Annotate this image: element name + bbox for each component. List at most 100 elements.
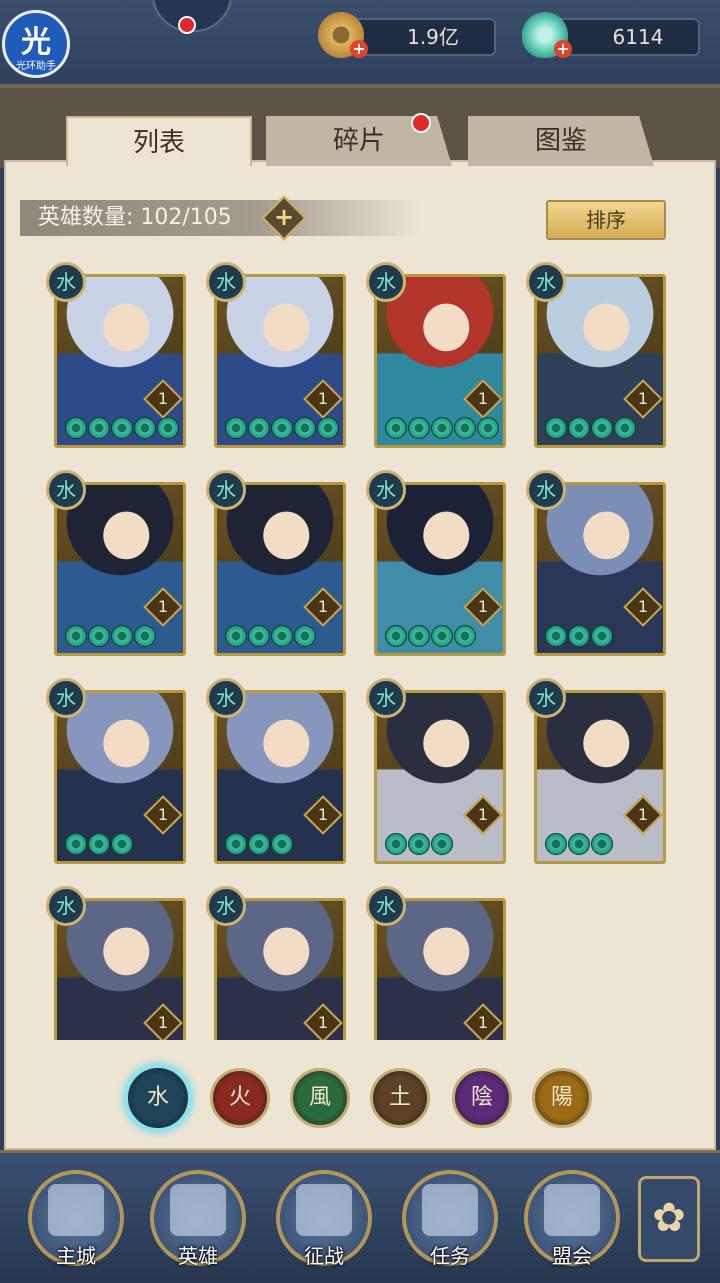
hero-level: 1	[637, 805, 649, 824]
jade-star-icon	[65, 833, 87, 855]
nav-item-2[interactable]: 征战	[276, 1170, 372, 1268]
hero-level: 1	[157, 389, 169, 408]
jade-star-icon	[88, 833, 110, 855]
nav-label: 征战	[304, 1244, 344, 1268]
jade-star-icon	[271, 625, 293, 647]
hero-card[interactable]: 1水	[206, 678, 346, 864]
hero-grid: 1水1水1水1水1水1水1水1水1水1水1水1水1水1水1水	[0, 0, 720, 1040]
nav-label: 主城	[56, 1244, 96, 1268]
hero-stars	[225, 417, 339, 439]
jade-star-icon	[225, 625, 247, 647]
nav-icon	[48, 1184, 104, 1236]
jade-star-icon	[591, 833, 613, 855]
hero-element-badge: 水	[206, 678, 246, 718]
hero-level: 1	[637, 597, 649, 616]
nav-icon	[296, 1184, 352, 1236]
element-filter-4[interactable]: 陰	[452, 1068, 512, 1128]
hero-card[interactable]: 1水	[366, 262, 506, 448]
nav-item-0[interactable]: 主城	[28, 1170, 124, 1268]
jade-star-icon	[408, 417, 430, 439]
nav-icon	[544, 1184, 600, 1236]
jade-star-icon	[248, 833, 270, 855]
jade-star-icon	[88, 417, 110, 439]
hero-stars	[385, 833, 453, 855]
menu-button[interactable]: ✿	[638, 1176, 700, 1262]
jade-star-icon	[157, 417, 179, 439]
jade-star-icon	[248, 417, 270, 439]
hero-card[interactable]: 1水	[206, 262, 346, 448]
hero-stars	[545, 625, 613, 647]
hero-card[interactable]: 1水	[46, 262, 186, 448]
hero-level: 1	[477, 389, 489, 408]
jade-star-icon	[431, 833, 453, 855]
jade-star-icon	[65, 417, 87, 439]
nav-icon	[422, 1184, 478, 1236]
nav-item-1[interactable]: 英雄	[150, 1170, 246, 1268]
hero-level: 1	[637, 389, 649, 408]
jade-star-icon	[408, 625, 430, 647]
hero-stars	[225, 625, 316, 647]
jade-star-icon	[545, 417, 567, 439]
hero-level: 1	[477, 1013, 489, 1032]
hero-stars	[385, 625, 476, 647]
jade-star-icon	[134, 417, 156, 439]
hero-stars	[225, 833, 293, 855]
hero-card[interactable]: 1水	[206, 470, 346, 656]
jade-star-icon	[294, 417, 316, 439]
hero-level: 1	[477, 597, 489, 616]
jade-star-icon	[454, 625, 476, 647]
hero-card[interactable]: 1水	[366, 470, 506, 656]
hero-element-badge: 水	[206, 262, 246, 302]
jade-star-icon	[614, 417, 636, 439]
hero-card[interactable]: 1水	[526, 262, 666, 448]
hero-element-badge: 水	[526, 470, 566, 510]
hero-element-badge: 水	[366, 678, 406, 718]
hero-card[interactable]: 1水	[46, 678, 186, 864]
hero-card[interactable]: 1水	[46, 470, 186, 656]
hero-element-badge: 水	[46, 678, 86, 718]
jade-star-icon	[271, 417, 293, 439]
hero-card[interactable]: 1水	[366, 886, 506, 1040]
jade-star-icon	[111, 833, 133, 855]
hero-card[interactable]: 1水	[526, 470, 666, 656]
hero-level: 1	[477, 805, 489, 824]
jade-star-icon	[385, 417, 407, 439]
hero-element-badge: 水	[526, 262, 566, 302]
hero-card[interactable]: 1水	[206, 886, 346, 1040]
nav-label: 任务	[430, 1244, 470, 1268]
jade-star-icon	[591, 417, 613, 439]
nav-label: 英雄	[178, 1244, 218, 1268]
jade-star-icon	[248, 625, 270, 647]
jade-star-icon	[65, 625, 87, 647]
hero-element-badge: 水	[366, 886, 406, 926]
hero-card[interactable]: 1水	[46, 886, 186, 1040]
hero-stars	[385, 417, 499, 439]
hero-card[interactable]: 1水	[526, 678, 666, 864]
nav-item-4[interactable]: 盟会	[524, 1170, 620, 1268]
nav-label: 盟会	[552, 1244, 592, 1268]
jade-star-icon	[431, 417, 453, 439]
hero-stars	[65, 833, 133, 855]
hero-stars	[65, 417, 179, 439]
element-filter-3[interactable]: 土	[370, 1068, 430, 1128]
jade-star-icon	[134, 625, 156, 647]
hero-card[interactable]: 1水	[366, 678, 506, 864]
nav-icon	[170, 1184, 226, 1236]
jade-star-icon	[591, 625, 613, 647]
hero-stars	[545, 833, 613, 855]
element-filter-5[interactable]: 陽	[532, 1068, 592, 1128]
hero-stars	[65, 625, 156, 647]
hero-level: 1	[317, 389, 329, 408]
hero-element-badge: 水	[366, 470, 406, 510]
jade-star-icon	[317, 417, 339, 439]
element-filter-1[interactable]: 火	[210, 1068, 270, 1128]
jade-star-icon	[431, 625, 453, 647]
element-filter-0[interactable]: 水	[124, 1064, 192, 1132]
hero-level: 1	[157, 597, 169, 616]
nav-item-3[interactable]: 任务	[402, 1170, 498, 1268]
jade-star-icon	[294, 625, 316, 647]
hero-stars	[545, 417, 636, 439]
hero-element-badge: 水	[46, 262, 86, 302]
element-filter-2[interactable]: 風	[290, 1068, 350, 1128]
jade-star-icon	[88, 625, 110, 647]
